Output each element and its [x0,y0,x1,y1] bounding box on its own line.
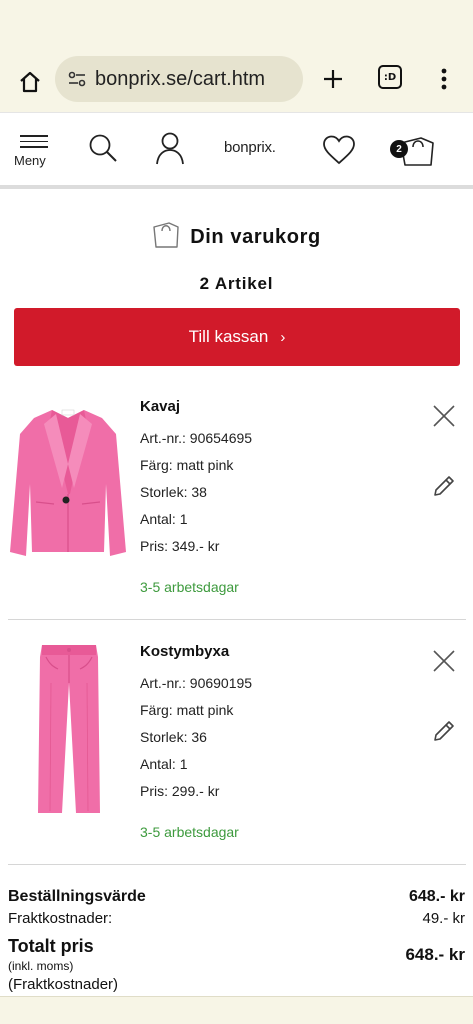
new-tab-icon[interactable] [318,64,348,94]
address-bar[interactable]: bonprix.se/cart.htm [55,56,303,102]
menu-label: Meny [14,153,46,168]
shipping-note: (Fraktkostnader) [8,976,119,993]
checkout-label: Till kassan [188,327,269,346]
shopping-bag-icon [152,220,180,255]
item-price: Pris: 299.- kr [140,783,220,799]
cart-heading: Din varukorg [0,220,473,255]
item-delivery-time: 3-5 arbetsdagar [140,579,239,595]
remove-item-close-icon[interactable] [432,404,456,428]
item-size: Storlek: 36 [140,729,207,745]
item-name[interactable]: Kostymbyxa [140,643,229,660]
item-delivery-time: 3-5 arbetsdagar [140,824,239,840]
remove-item-close-icon[interactable] [432,649,456,673]
cart-item-count: 2 Artikel [199,274,274,293]
home-icon[interactable] [12,64,48,100]
item-color: Färg: matt pink [140,702,234,718]
wishlist-heart-icon[interactable] [322,135,356,170]
order-value-label: Beställningsvärde [8,888,146,905]
status-bar [0,0,473,52]
search-icon[interactable] [88,133,118,168]
shipping-label: Fraktkostnader: [8,910,113,927]
item-article-number: Art.-nr.: 90690195 [140,675,253,691]
url-text: bonprix.se/cart.htm [95,67,266,90]
item-divider [8,864,466,865]
chevron-right-icon: › [280,328,286,346]
cart-title: Din varukorg [190,226,321,248]
product-image-blazer[interactable] [6,404,130,569]
vat-note: (inkl. moms) [8,959,74,973]
edit-pencil-icon[interactable] [432,719,456,743]
hamburger-icon [20,135,48,152]
more-options-icon[interactable] [432,64,456,94]
edit-pencil-icon[interactable] [432,474,456,498]
bottom-navigation-bar [0,996,473,1024]
header-divider [0,185,473,189]
item-size: Storlek: 38 [140,484,207,500]
shipping-value: 49.- kr [422,910,465,927]
order-value: 648.- kr [408,888,465,905]
checkout-button[interactable]: Till kassan › [14,308,460,366]
cart-count-badge: 2 [390,140,408,158]
item-price: Pris: 349.- kr [140,538,220,554]
item-article-number: Art.-nr.: 90654695 [140,430,253,446]
site-header: Meny bonprix. 2 [0,112,473,186]
total-price-label: Totalt pris [8,936,94,956]
total-price-value: 648.- kr [405,945,465,964]
product-image-trousers[interactable] [6,643,130,820]
item-name[interactable]: Kavaj [140,398,180,415]
item-divider [8,619,466,620]
item-quantity: Antal: 1 [140,756,188,772]
bonprix-logo[interactable]: bonprix. [224,139,276,156]
tab-switcher-button[interactable]: :D [378,65,402,89]
item-quantity: Antal: 1 [140,511,188,527]
item-color: Färg: matt pink [140,457,234,473]
site-settings-icon[interactable] [65,67,89,91]
menu-button[interactable]: Meny [14,135,56,175]
account-icon[interactable] [155,131,185,170]
browser-toolbar: bonprix.se/cart.htm :D [0,52,473,112]
